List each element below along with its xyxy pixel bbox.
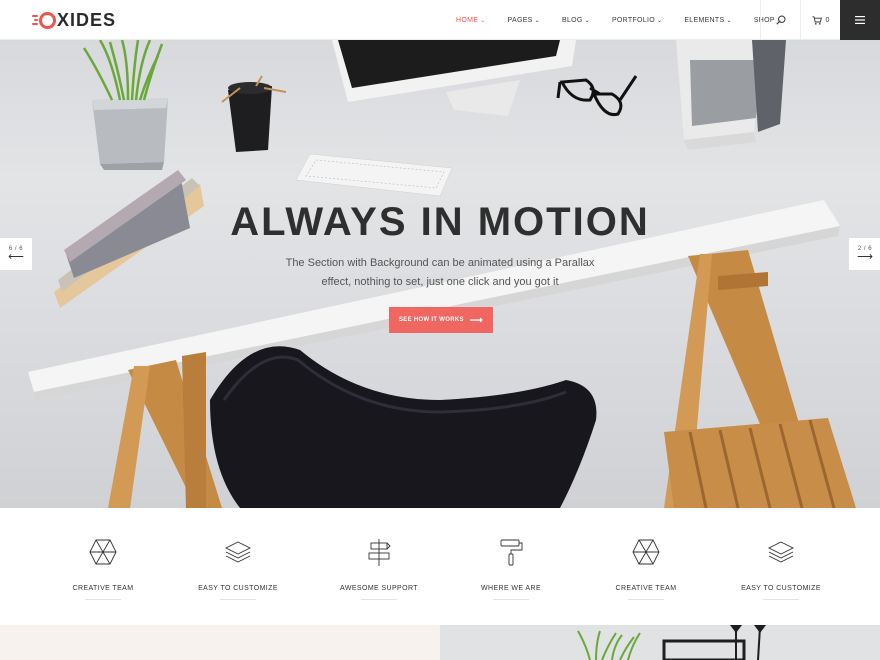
cart-count: 0 <box>825 16 830 24</box>
feature-label: WHERE WE ARE <box>480 585 542 592</box>
nav-item-home[interactable]: HOME ⌄ <box>456 17 486 24</box>
feature-label: CREATIVE TEAM <box>72 585 134 592</box>
hamburger-icon <box>855 16 865 24</box>
feature-underline <box>628 599 664 600</box>
layers-icon <box>224 541 252 563</box>
hero-subtitle: The Section with Background can be anima… <box>285 257 595 288</box>
cta-label: SEE HOW IT WORKS <box>398 317 464 323</box>
nav-item-elements[interactable]: ELEMENTS ⌄ <box>684 17 731 24</box>
hexagon-icon <box>632 539 660 565</box>
nav-item-portfolio[interactable]: PORTFOLIO ⌄ <box>612 17 662 24</box>
feature-underline <box>361 599 397 600</box>
books-stack-right <box>676 40 786 150</box>
main-nav: HOME ⌄ PAGES ⌄ BLOG ⌄ PORTFOLIO ⌄ ELEMENTS ⌄ … <box>456 0 804 40</box>
site-logo[interactable]: XIDES <box>32 10 116 30</box>
arrow-right-icon: ⟶ <box>469 314 483 325</box>
feature-creative-team[interactable]: CREATIVE TEAM <box>36 538 170 600</box>
logo-ring <box>39 11 56 29</box>
features-section: CREATIVE TEAM EASY TO CUSTOMIZE AWESOME … <box>0 508 880 625</box>
search-button[interactable] <box>760 0 800 40</box>
chevron-down-icon: ⌄ <box>726 17 732 24</box>
feature-easy-to-customize-2[interactable]: EASY TO CUSTOMIZE <box>714 538 848 600</box>
feature-label: CREATIVE TEAM <box>615 585 677 592</box>
chevron-down-icon: ⌄ <box>656 17 663 24</box>
hexagon-icon <box>89 539 117 565</box>
bottom-left-panel <box>0 625 440 660</box>
hero-title: ALWAYS IN MOTION <box>230 200 650 244</box>
feature-underline <box>763 599 799 600</box>
arrow-left-icon: ⟵ <box>8 251 24 263</box>
glasses-illustration <box>556 75 638 117</box>
feature-label: EASY TO CUSTOMIZE <box>198 585 278 592</box>
see-how-it-works-button[interactable]: SEE HOW IT WORKS ⟶ <box>389 307 493 333</box>
chevron-down-icon: ⌄ <box>480 17 486 24</box>
feature-underline <box>493 599 529 600</box>
feature-label: AWESOME SUPPORT <box>340 585 418 592</box>
arrow-right-icon: ⟶ <box>857 251 873 263</box>
layers-icon <box>767 541 795 563</box>
keyboard-illustration <box>295 153 453 197</box>
site-header: XIDES HOME ⌄ PAGES ⌄ BLOG ⌄ PORTFOLIO ⌄ ELEM… <box>0 0 880 40</box>
logo-text: XIDES <box>57 10 117 30</box>
search-icon <box>775 15 786 25</box>
feature-where-we-are[interactable]: WHERE WE ARE <box>444 538 578 600</box>
hero-slider: ALWAYS IN MOTION The Section with Backgr… <box>0 40 880 508</box>
feature-underline <box>220 599 256 600</box>
prev-slide-button[interactable]: 6 / 6 ⟵ <box>0 238 32 270</box>
signpost-icon <box>368 539 391 566</box>
logo-speed-lines <box>32 15 38 25</box>
monitor-illustration <box>332 40 576 116</box>
chevron-down-icon: ⌄ <box>584 17 590 24</box>
feature-underline <box>85 599 121 600</box>
feature-label: EASY TO CUSTOMIZE <box>741 585 821 592</box>
paint-roller-icon <box>500 539 523 566</box>
chair-illustration <box>210 346 597 508</box>
cart-button[interactable]: 0 <box>800 0 840 40</box>
nav-item-pages[interactable]: PAGES ⌄ <box>508 17 540 24</box>
feature-awesome-support[interactable]: AWESOME SUPPORT <box>312 538 446 600</box>
plant-pot-illustration <box>82 40 168 170</box>
feature-creative-team-2[interactable]: CREATIVE TEAM <box>579 538 713 600</box>
plant-and-frame-illustration <box>577 625 766 660</box>
cart-icon <box>812 15 822 25</box>
pen-holder-illustration <box>221 75 287 152</box>
feature-easy-to-customize[interactable]: EASY TO CUSTOMIZE <box>171 538 305 600</box>
bottom-right-image <box>440 625 880 660</box>
chevron-down-icon: ⌄ <box>534 17 540 24</box>
nav-item-blog[interactable]: BLOG ⌄ <box>562 17 590 24</box>
next-slide-button[interactable]: 2 / 6 ⟶ <box>849 238 880 270</box>
menu-button[interactable] <box>840 0 880 40</box>
